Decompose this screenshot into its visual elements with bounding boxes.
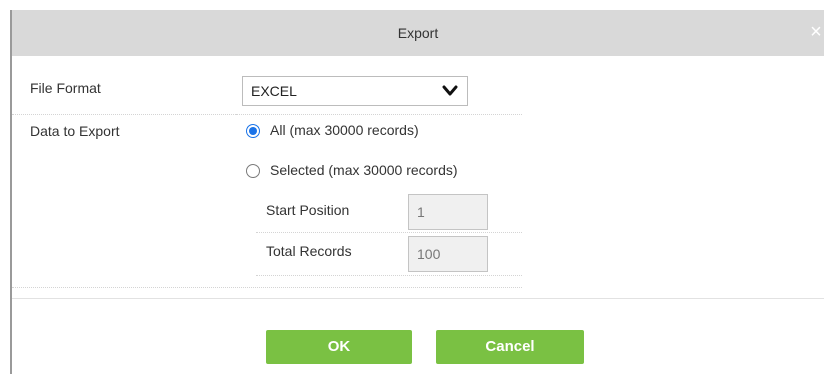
start-position-label: Start Position bbox=[266, 202, 350, 218]
divider bbox=[12, 114, 236, 115]
radio-all-label: All (max 30000 records) bbox=[270, 122, 419, 138]
start-position-input[interactable]: 1 bbox=[408, 194, 488, 230]
divider bbox=[236, 114, 522, 115]
dialog-title: Export bbox=[397, 25, 439, 41]
file-format-label: File Format bbox=[30, 80, 101, 96]
data-to-export-label: Data to Export bbox=[30, 123, 120, 139]
radio-all-button[interactable] bbox=[246, 124, 260, 138]
cancel-button[interactable]: Cancel bbox=[436, 330, 584, 364]
close-icon[interactable]: × bbox=[804, 20, 824, 44]
file-format-row: File Format EXCEL bbox=[12, 76, 824, 108]
divider bbox=[256, 275, 522, 276]
footer-divider bbox=[12, 298, 824, 299]
total-records-value: 100 bbox=[417, 246, 441, 262]
radio-selected-button[interactable] bbox=[246, 164, 260, 178]
divider bbox=[12, 287, 522, 288]
start-position-value: 1 bbox=[417, 204, 425, 220]
file-format-select[interactable]: EXCEL bbox=[242, 76, 468, 106]
ok-button[interactable]: OK bbox=[266, 330, 412, 364]
file-format-value: EXCEL bbox=[251, 83, 297, 99]
export-dialog: Export × File Format EXCEL Data to Expor… bbox=[10, 10, 824, 374]
total-records-input[interactable]: 100 bbox=[408, 236, 488, 272]
radio-selected-label: Selected (max 30000 records) bbox=[270, 162, 458, 178]
total-records-label: Total Records bbox=[266, 243, 352, 259]
dialog-titlebar: Export × bbox=[12, 10, 824, 56]
divider bbox=[256, 232, 522, 233]
chevron-down-icon bbox=[442, 85, 458, 96]
